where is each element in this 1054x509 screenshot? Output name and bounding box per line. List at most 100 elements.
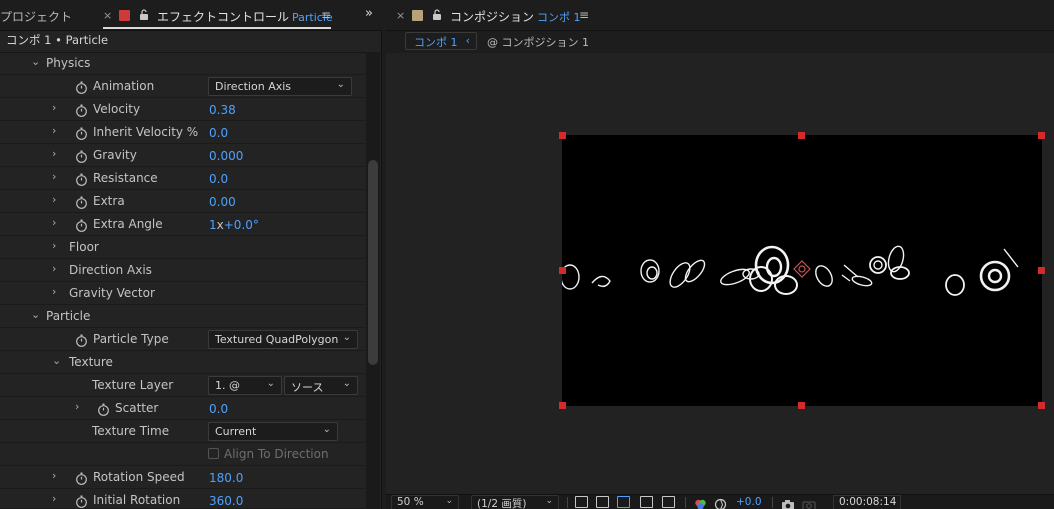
zoom-dropdown[interactable]: 50 % ⌄ <box>391 495 459 509</box>
panel-menu-icon[interactable]: ≡ <box>321 8 331 22</box>
scrollbar-thumb[interactable] <box>368 160 378 365</box>
close-icon[interactable]: × <box>396 9 405 22</box>
chevron-right-icon[interactable]: › <box>52 124 56 137</box>
expand-panels-icon[interactable]: » <box>365 6 373 21</box>
fast-preview-icon[interactable] <box>575 496 588 508</box>
texture-source-dropdown[interactable]: ソース ⌄ <box>284 376 358 395</box>
camera-snapshot-icon[interactable] <box>781 496 795 509</box>
prop-velocity-value[interactable]: 0.38 <box>209 103 236 117</box>
chevron-right-icon[interactable]: › <box>52 262 56 275</box>
tab-composition[interactable]: コンポジション コンポ 1 <box>450 8 581 25</box>
chevron-right-icon[interactable]: › <box>52 170 56 183</box>
label-color-swatch[interactable] <box>412 10 423 21</box>
texture-layer-dropdown[interactable]: 1. @ ⌄ <box>208 376 282 395</box>
chevron-down-icon[interactable]: ⌄ <box>31 55 40 68</box>
lock-icon[interactable] <box>139 9 149 23</box>
active-tab-indicator <box>103 27 331 29</box>
tab-effect-controls[interactable]: エフェクトコントロール Particle <box>157 8 333 25</box>
close-icon[interactable]: × <box>103 9 112 22</box>
extra-angle-degrees[interactable]: +0.0° <box>224 218 259 232</box>
prop-rotation-speed-value[interactable]: 180.0 <box>209 471 243 485</box>
layer-handle-tr[interactable] <box>1038 132 1045 139</box>
particle-type-dropdown[interactable]: Textured QuadPolygon ⌄ <box>208 330 358 349</box>
chevron-right-icon[interactable]: › <box>52 492 56 505</box>
layer-handle-mr[interactable] <box>1038 267 1045 274</box>
composition-canvas[interactable] <box>562 135 1042 406</box>
resolution-dropdown[interactable]: (1/2 画質) ⌄ <box>471 495 559 509</box>
lock-icon[interactable] <box>432 9 442 23</box>
prop-gravity-label: Gravity <box>93 148 137 162</box>
timecode-display[interactable]: 0:00:08:14 <box>833 495 901 509</box>
group-gravity-vector[interactable]: › Gravity Vector <box>0 282 365 305</box>
chevron-right-icon[interactable]: › <box>52 239 56 252</box>
animation-dropdown[interactable]: Direction Axis ⌄ <box>208 77 352 96</box>
layer-handle-bc[interactable] <box>798 402 805 409</box>
prop-initial-rotation-value[interactable]: 360.0 <box>209 494 243 508</box>
chevron-right-icon[interactable]: › <box>52 147 56 160</box>
stopwatch-icon[interactable] <box>75 125 88 140</box>
guides-grid-icon[interactable] <box>662 496 675 508</box>
particle-render <box>562 245 1019 296</box>
label-color-swatch[interactable] <box>119 10 130 21</box>
prop-animation-label: Animation <box>93 79 155 93</box>
stopwatch-icon[interactable] <box>75 171 88 186</box>
stopwatch-icon[interactable] <box>97 401 110 416</box>
stopwatch-icon[interactable] <box>75 148 88 163</box>
stopwatch-icon[interactable] <box>75 332 88 347</box>
group-floor-label: Floor <box>69 240 99 254</box>
region-of-interest-icon[interactable] <box>640 496 653 508</box>
transparency-grid-icon[interactable] <box>596 496 609 508</box>
prop-extra-angle-value[interactable]: 1x+0.0° <box>209 218 259 232</box>
exposure-icon[interactable] <box>714 496 727 509</box>
group-floor[interactable]: › Floor <box>0 236 365 259</box>
stopwatch-icon[interactable] <box>75 470 88 485</box>
exposure-value[interactable]: +0.0 <box>736 496 762 508</box>
tab-project[interactable]: プロジェクト <box>0 8 72 25</box>
mask-visibility-icon[interactable] <box>617 496 630 508</box>
chevron-down-icon[interactable]: ⌄ <box>52 354 61 367</box>
composition-viewer[interactable] <box>386 53 1054 494</box>
panel-menu-icon[interactable]: ≡ <box>579 8 589 22</box>
app-root: プロジェクト × エフェクトコントロール Particle ≡ » コンポ 1 •… <box>0 0 1054 509</box>
color-channels-icon[interactable] <box>694 496 707 509</box>
composition-navigator: コンポ 1 ‹ @ コンポジション 1 <box>386 31 1054 53</box>
chevron-right-icon[interactable]: › <box>52 216 56 229</box>
stopwatch-icon[interactable] <box>75 217 88 232</box>
chevron-down-icon[interactable]: ⌄ <box>31 308 40 321</box>
prop-scatter-value[interactable]: 0.0 <box>209 402 228 416</box>
layer-handle-tc[interactable] <box>798 132 805 139</box>
prop-particle-type-label: Particle Type <box>93 332 169 346</box>
prop-gravity-value[interactable]: 0.000 <box>209 149 243 163</box>
prop-inherit-velocity-value[interactable]: 0.0 <box>209 126 228 140</box>
chevron-right-icon[interactable]: › <box>52 285 56 298</box>
layer-handle-tl[interactable] <box>559 132 566 139</box>
prop-extra: › Extra 0.00 <box>0 190 365 213</box>
layer-handle-br[interactable] <box>1038 402 1045 409</box>
comp-flowchart-chip[interactable]: コンポ 1 ‹ <box>405 32 477 50</box>
chevron-right-icon[interactable]: › <box>75 400 79 413</box>
texture-time-dropdown[interactable]: Current ⌄ <box>208 422 338 441</box>
stopwatch-icon[interactable] <box>75 79 88 94</box>
prop-resistance-label: Resistance <box>93 171 158 185</box>
group-texture[interactable]: ⌄ Texture <box>0 351 365 374</box>
align-to-direction-checkbox[interactable] <box>208 448 219 459</box>
comp-path[interactable]: @ コンポジション 1 <box>487 34 589 50</box>
layer-handle-ml[interactable] <box>559 267 566 274</box>
prop-resistance-value[interactable]: 0.0 <box>209 172 228 186</box>
prop-extra-value[interactable]: 0.00 <box>209 195 236 209</box>
extra-angle-revolutions[interactable]: 1 <box>209 218 217 232</box>
show-snapshot-icon[interactable] <box>802 496 816 509</box>
prop-gravity: › Gravity 0.000 <box>0 144 365 167</box>
chevron-right-icon[interactable]: › <box>52 101 56 114</box>
chevron-down-icon: ⌄ <box>322 424 331 435</box>
group-physics[interactable]: ⌄ Physics <box>0 52 365 75</box>
chevron-right-icon[interactable]: › <box>52 469 56 482</box>
chevron-right-icon[interactable]: › <box>52 193 56 206</box>
layer-handle-bl[interactable] <box>559 402 566 409</box>
particle-type-dropdown-value: Textured QuadPolygon <box>215 333 339 346</box>
stopwatch-icon[interactable] <box>75 493 88 508</box>
group-particle[interactable]: ⌄ Particle <box>0 305 365 328</box>
stopwatch-icon[interactable] <box>75 102 88 117</box>
stopwatch-icon[interactable] <box>75 194 88 209</box>
group-direction-axis[interactable]: › Direction Axis <box>0 259 365 282</box>
